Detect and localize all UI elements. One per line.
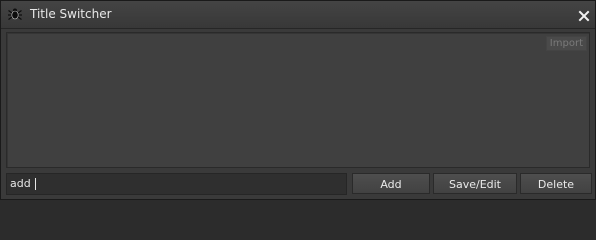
save-edit-button[interactable]: Save/Edit <box>433 173 517 194</box>
bottom-toolbar: Add Save/Edit Delete <box>1 169 595 199</box>
close-icon[interactable] <box>578 7 590 22</box>
add-button[interactable]: Add <box>352 173 430 194</box>
text-caret <box>35 178 36 190</box>
title-input[interactable] <box>6 173 347 195</box>
title-switcher-window: Title Switcher Import Add Save/Edit Dele… <box>0 0 596 200</box>
title-bar[interactable]: Title Switcher <box>1 1 595 29</box>
window-title: Title Switcher <box>30 7 112 21</box>
import-button[interactable]: Import <box>545 36 587 51</box>
delete-button[interactable]: Delete <box>520 173 592 194</box>
spider-icon <box>7 6 23 22</box>
title-list[interactable]: Import <box>6 32 590 168</box>
